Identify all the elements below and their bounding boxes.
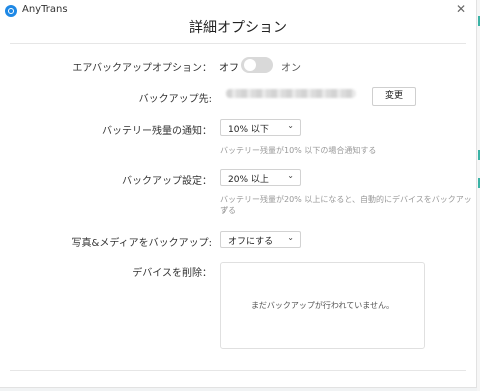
toggle-off-label: オフ (219, 63, 239, 74)
chevron-down-icon: ⌄ (287, 121, 294, 130)
battery-notification-hint: バッテリー残量が10% 以下の場合通知する (220, 146, 377, 155)
backup-setting-hint-line1: バッテリー残量が20% 以上になると、自動的にデバイスをバックアップ (220, 195, 472, 215)
photo-media-label: 写真&メディアをバックアップ: (71, 238, 212, 249)
backup-setting-hint-line2: する (220, 206, 236, 215)
battery-notification-select[interactable]: 10% 以下 ⌄ (220, 119, 301, 136)
empty-backup-message: まだバックアップが行われていません。 (250, 301, 395, 310)
backup-setting-label: バックアップ設定： (122, 176, 212, 187)
anytrans-logo-icon (5, 5, 17, 17)
photo-media-value: オフにする (228, 237, 274, 247)
toggle-on-label: オン (281, 63, 301, 74)
app-name: AnyTrans (22, 4, 68, 15)
header-divider (10, 43, 466, 44)
page-title: 詳細オプション (189, 20, 287, 36)
battery-notification-value: 10% 以下 (228, 125, 269, 135)
chevron-down-icon: ⌄ (287, 233, 294, 242)
change-destination-button[interactable]: 変更 (372, 87, 416, 106)
chevron-down-icon: ⌄ (287, 171, 294, 180)
footer-divider (10, 370, 466, 371)
delete-device-label: デバイスを削除： (132, 268, 212, 279)
close-icon[interactable]: ✕ (456, 3, 466, 15)
airbackup-toggle[interactable] (241, 57, 273, 73)
backup-list-box[interactable]: まだバックアップが行われていません。 (220, 262, 425, 349)
battery-notification-label: バッテリー残量の通知： (102, 126, 212, 137)
options-dialog: AnyTrans ✕ 詳細オプション エアバックアップオプション： オフ オン … (0, 0, 477, 388)
backup-path-redacted (226, 89, 356, 98)
airbackup-label: エアバックアップオプション： (72, 63, 212, 74)
backup-setting-select[interactable]: 20% 以上 ⌄ (220, 169, 301, 186)
photo-media-select[interactable]: オフにする ⌄ (220, 231, 301, 248)
toggle-knob (244, 59, 256, 71)
backup-destination-label: バックアップ先: (138, 94, 212, 105)
backup-setting-value: 20% 以上 (228, 175, 269, 185)
